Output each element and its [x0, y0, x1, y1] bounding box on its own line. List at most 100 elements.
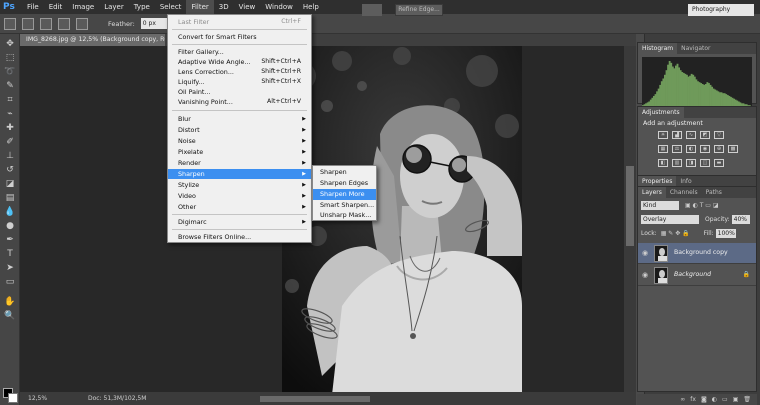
menu-filter[interactable]: Filter — [186, 0, 214, 14]
eraser-tool-icon[interactable]: ◪ — [4, 178, 16, 190]
subtract-selection-icon[interactable] — [58, 17, 70, 30]
shape-tool-icon[interactable]: ▭ — [4, 276, 16, 288]
link-icon[interactable]: ∞ — [680, 394, 685, 405]
path-select-tool-icon[interactable]: ➤ — [4, 262, 16, 274]
brightness-icon[interactable]: ☀ — [658, 131, 668, 139]
blend-mode-select[interactable]: Overlay — [641, 215, 699, 224]
bw-icon[interactable]: ◐ — [686, 145, 696, 153]
eye-icon[interactable]: ◉ — [642, 271, 648, 279]
vertical-scroll-thumb[interactable] — [626, 166, 634, 246]
quick-select-tool-icon[interactable]: ✎ — [4, 80, 16, 92]
exposure-icon[interactable]: ◩ — [700, 131, 710, 139]
gradient-map-icon[interactable]: ▬ — [714, 159, 724, 167]
tab-adjustments[interactable]: Adjustments — [638, 107, 684, 118]
horizontal-scroll-thumb[interactable] — [260, 396, 370, 402]
color-lookup-icon[interactable]: ▩ — [728, 145, 738, 153]
menu-view[interactable]: View — [234, 0, 261, 14]
menu-convert-smart-filters[interactable]: Convert for Smart Filters — [168, 32, 311, 42]
submenu-unsharp-mask[interactable]: Unsharp Mask... — [313, 210, 376, 221]
zoom-level[interactable]: 12,5% — [20, 395, 80, 402]
vibrance-icon[interactable]: ▽ — [714, 131, 724, 139]
threshold-icon[interactable]: ◨ — [686, 159, 696, 167]
height-field[interactable] — [362, 4, 382, 16]
menu-last-filter[interactable]: Last Filter Ctrl+F — [168, 17, 311, 27]
hand-tool-icon[interactable]: ✋ — [4, 296, 16, 308]
menu-render[interactable]: Render ▶ — [168, 158, 311, 168]
menu-pixelate[interactable]: Pixelate ▶ — [168, 147, 311, 157]
refine-edge-button[interactable]: Refine Edge... — [395, 4, 443, 16]
selective-color-icon[interactable]: ◫ — [700, 159, 710, 167]
document-tab[interactable]: IMG_8268.jpg @ 12,5% (Background copy, R… — [20, 34, 165, 46]
menu-3d[interactable]: 3D — [214, 0, 234, 14]
lock-icons[interactable]: ▦ ✎ ✥ 🔒 — [661, 230, 690, 237]
menu-browse-filters-online[interactable]: Browse Filters Online... — [168, 232, 311, 242]
invert-icon[interactable]: ◧ — [658, 159, 668, 167]
brush-tool-icon[interactable]: ✐ — [4, 136, 16, 148]
clone-stamp-tool-icon[interactable]: ⊥ — [4, 150, 16, 162]
new-selection-icon[interactable] — [22, 17, 34, 30]
workspace-select[interactable]: Photography — [688, 4, 754, 16]
curves-icon[interactable]: ∿ — [686, 131, 696, 139]
menu-noise[interactable]: Noise ▶ — [168, 136, 311, 146]
eyedropper-tool-icon[interactable]: ⌁ — [4, 108, 16, 120]
group-icon[interactable]: ▭ — [722, 394, 728, 405]
marquee-tool-icon[interactable]: ⬚ — [4, 52, 16, 64]
menu-video[interactable]: Video ▶ — [168, 191, 311, 201]
zoom-tool-icon[interactable]: 🔍 — [4, 310, 16, 322]
layer-filter-kind[interactable]: Kind — [641, 201, 679, 210]
menu-type[interactable]: Type — [129, 0, 155, 14]
healing-tool-icon[interactable]: ✚ — [4, 122, 16, 134]
channel-mixer-icon[interactable]: ⊕ — [714, 145, 724, 153]
tab-histogram[interactable]: Histogram — [638, 43, 678, 54]
levels-icon[interactable]: ▟ — [672, 131, 682, 139]
tab-layers[interactable]: Layers — [638, 187, 666, 198]
hue-sat-icon[interactable]: ▦ — [658, 145, 668, 153]
menu-other[interactable]: Other ▶ — [168, 202, 311, 212]
eye-icon[interactable]: ◉ — [642, 249, 648, 257]
pen-tool-icon[interactable]: ✒ — [4, 234, 16, 246]
opacity-input[interactable]: 40% — [731, 215, 750, 224]
menu-digimarc[interactable]: Digimarc ▶ — [168, 217, 311, 227]
history-brush-tool-icon[interactable]: ↺ — [4, 164, 16, 176]
submenu-sharpen[interactable]: Sharpen — [313, 167, 376, 178]
menu-file[interactable]: File — [22, 0, 44, 14]
layer-row[interactable]: ◉ Background copy — [638, 243, 756, 264]
menu-layer[interactable]: Layer — [99, 0, 129, 14]
posterize-icon[interactable]: ▥ — [672, 159, 682, 167]
color-balance-icon[interactable]: ⚖ — [672, 145, 682, 153]
menu-edit[interactable]: Edit — [44, 0, 68, 14]
background-color-swatch[interactable] — [8, 393, 18, 403]
add-selection-icon[interactable] — [40, 17, 52, 30]
marquee-tool-icon[interactable] — [4, 17, 16, 30]
new-layer-icon[interactable]: ▣ — [733, 394, 739, 405]
blur-tool-icon[interactable]: 💧 — [4, 206, 16, 218]
crop-tool-icon[interactable]: ⌗ — [4, 94, 16, 106]
layer-row[interactable]: ◉ Background 🔒 — [638, 265, 756, 286]
menu-adaptive-wide-angle[interactable]: Adaptive Wide Angle... Shift+Ctrl+A — [168, 57, 311, 67]
lasso-tool-icon[interactable]: ➰ — [4, 66, 16, 78]
tab-channels[interactable]: Channels — [666, 187, 702, 198]
menu-window[interactable]: Window — [260, 0, 298, 14]
menu-filter-gallery[interactable]: Filter Gallery... — [168, 47, 311, 57]
menu-liquify[interactable]: Liquify... Shift+Ctrl+X — [168, 77, 311, 87]
type-tool-icon[interactable]: T — [4, 248, 16, 260]
mask-icon[interactable]: ◙ — [701, 394, 707, 405]
intersect-selection-icon[interactable] — [76, 17, 88, 30]
menu-distort[interactable]: Distort ▶ — [168, 125, 311, 135]
menu-lens-correction[interactable]: Lens Correction... Shift+Ctrl+R — [168, 67, 311, 77]
menu-sharpen[interactable]: Sharpen ▶ — [168, 169, 311, 179]
submenu-sharpen-edges[interactable]: Sharpen Edges — [313, 178, 376, 189]
menu-select[interactable]: Select — [155, 0, 187, 14]
menu-oil-paint[interactable]: Oil Paint... — [168, 87, 311, 97]
move-tool-icon[interactable]: ✥ — [4, 38, 16, 50]
menu-help[interactable]: Help — [298, 0, 324, 14]
photo-filter-icon[interactable]: ◉ — [700, 145, 710, 153]
menu-image[interactable]: Image — [67, 0, 99, 14]
layer-name[interactable]: Background — [674, 271, 711, 278]
doc-size[interactable]: Doc: 51,3M/102,5M — [80, 395, 146, 402]
menu-vanishing-point[interactable]: Vanishing Point... Alt+Ctrl+V — [168, 97, 311, 107]
gradient-tool-icon[interactable]: ▤ — [4, 192, 16, 204]
tab-navigator[interactable]: Navigator — [677, 43, 714, 54]
fx-icon[interactable]: fx — [690, 394, 696, 405]
fill-input[interactable]: 100% — [715, 229, 736, 238]
